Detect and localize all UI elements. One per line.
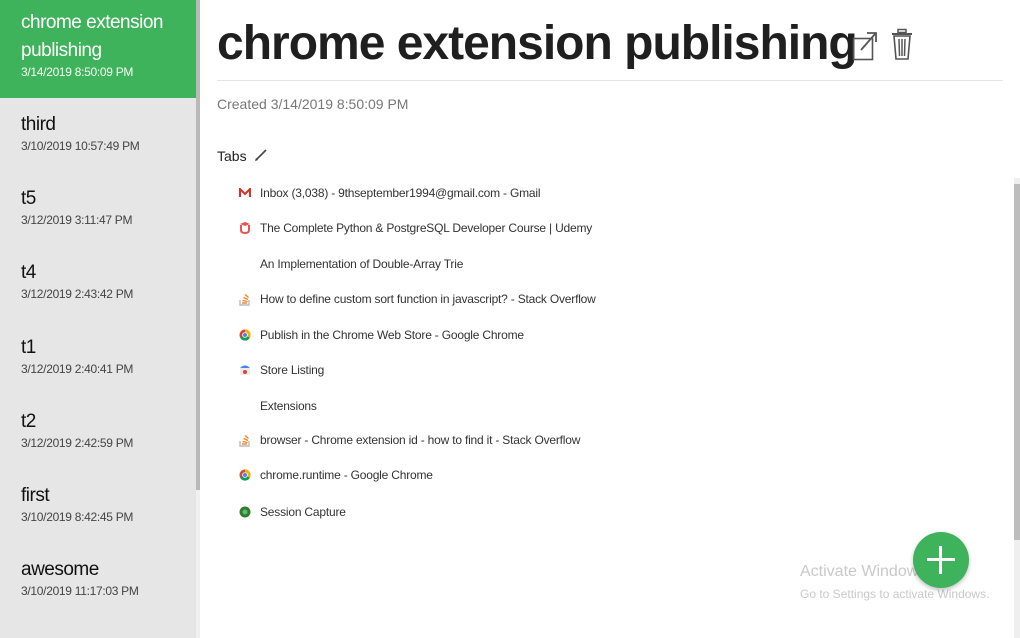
session-item-t2[interactable]: t2 3/12/2019 2:42:59 PM [0, 408, 196, 450]
tab-title: Session Capture [260, 505, 346, 519]
session-name: t2 [21, 411, 36, 432]
tab-item[interactable]: The Complete Python & PostgreSQL Develop… [238, 218, 798, 238]
tab-item[interactable]: Extensions [238, 396, 798, 416]
tab-item[interactable]: Session Capture [238, 502, 798, 522]
tab-item[interactable]: browser - Chrome extension id - how to f… [238, 430, 798, 450]
session-date: 3/10/2019 8:42:45 PM [21, 510, 134, 524]
page-title: chrome extension publishing [217, 17, 858, 70]
session-date: 3/12/2019 2:40:41 PM [21, 362, 134, 376]
tab-item[interactable]: chrome.runtime - Google Chrome [238, 465, 798, 485]
trash-icon [892, 28, 912, 60]
session-name: t1 [21, 337, 36, 358]
tab-title: browser - Chrome extension id - how to f… [260, 433, 581, 447]
open-external-icon [852, 32, 877, 61]
blank-icon [238, 257, 252, 271]
session-name: first [21, 485, 50, 506]
session-date: 3/12/2019 3:11:47 PM [21, 213, 133, 227]
session-item-t1[interactable]: t1 3/12/2019 2:40:41 PM [0, 334, 196, 376]
webstore-icon [238, 363, 252, 377]
delete-session-button[interactable] [889, 28, 915, 60]
open-session-button[interactable] [852, 30, 878, 62]
plus-icon-vertical [939, 546, 942, 574]
session-item-awesome[interactable]: awesome 3/10/2019 11:17:03 PM [0, 556, 196, 598]
tab-title: Store Listing [260, 363, 325, 377]
add-session-button[interactable] [913, 532, 969, 588]
stackoverflow-icon [238, 292, 252, 306]
udemy-icon [238, 221, 252, 235]
session-date: 3/12/2019 2:43:42 PM [21, 287, 134, 301]
pencil-icon [255, 149, 267, 161]
session-date: 3/10/2019 10:57:49 PM [21, 139, 140, 153]
tab-title: The Complete Python & PostgreSQL Develop… [260, 221, 593, 235]
chrome-icon [238, 468, 252, 482]
tabs-heading: Tabs [217, 148, 247, 164]
edit-tabs-button[interactable] [253, 147, 269, 163]
sidebar-scrollbar[interactable] [196, 0, 200, 638]
tab-title: Extensions [260, 399, 317, 413]
tab-item[interactable]: Store Listing [238, 360, 798, 380]
tab-item[interactable]: Publish in the Chrome Web Store - Google… [238, 325, 798, 345]
sidebar-scrollbar-thumb[interactable] [196, 0, 200, 490]
watermark-subtitle: Go to Settings to activate Windows. [800, 587, 990, 601]
created-timestamp: Created 3/14/2019 8:50:09 PM [217, 96, 409, 112]
session-capture-icon [238, 505, 252, 519]
main-scrollbar-thumb[interactable] [1014, 184, 1020, 540]
tab-item[interactable]: Inbox (3,038) - 9thseptember1994@gmail.c… [238, 183, 798, 203]
session-date: 3/12/2019 2:42:59 PM [21, 436, 134, 450]
tab-title: Inbox (3,038) - 9thseptember1994@gmail.c… [260, 186, 541, 200]
session-name: chrome extension publishing [21, 12, 163, 61]
blank-icon [238, 399, 252, 413]
session-name: awesome [21, 559, 99, 580]
tab-title: Publish in the Chrome Web Store - Google… [260, 328, 524, 342]
tab-item[interactable]: An Implementation of Double-Array Trie [238, 254, 798, 274]
tab-title: An Implementation of Double-Array Trie [260, 257, 464, 271]
title-divider [217, 80, 1003, 81]
tab-item[interactable]: How to define custom sort function in ja… [238, 289, 798, 309]
main-scrollbar[interactable] [1014, 178, 1020, 638]
session-sidebar: chrome extension publishing 3/14/2019 8:… [0, 0, 196, 638]
session-item-chrome-extension-publishing[interactable]: chrome extension publishing 3/14/2019 8:… [0, 0, 196, 98]
session-item-third[interactable]: third 3/10/2019 10:57:49 PM [0, 111, 196, 153]
tab-title: chrome.runtime - Google Chrome [260, 468, 433, 482]
chrome-icon [238, 328, 252, 342]
session-date: 3/10/2019 11:17:03 PM [21, 584, 139, 598]
session-item-first[interactable]: first 3/10/2019 8:42:45 PM [0, 482, 196, 524]
session-item-t4[interactable]: t4 3/12/2019 2:43:42 PM [0, 259, 196, 301]
session-item-t5[interactable]: t5 3/12/2019 3:11:47 PM [0, 185, 196, 227]
session-name: t5 [21, 188, 36, 209]
session-name: t4 [21, 262, 36, 283]
stackoverflow-icon [238, 433, 252, 447]
gmail-icon [238, 186, 252, 200]
tab-title: How to define custom sort function in ja… [260, 292, 596, 306]
session-name: third [21, 114, 56, 135]
session-date: 3/14/2019 8:50:09 PM [21, 65, 134, 79]
